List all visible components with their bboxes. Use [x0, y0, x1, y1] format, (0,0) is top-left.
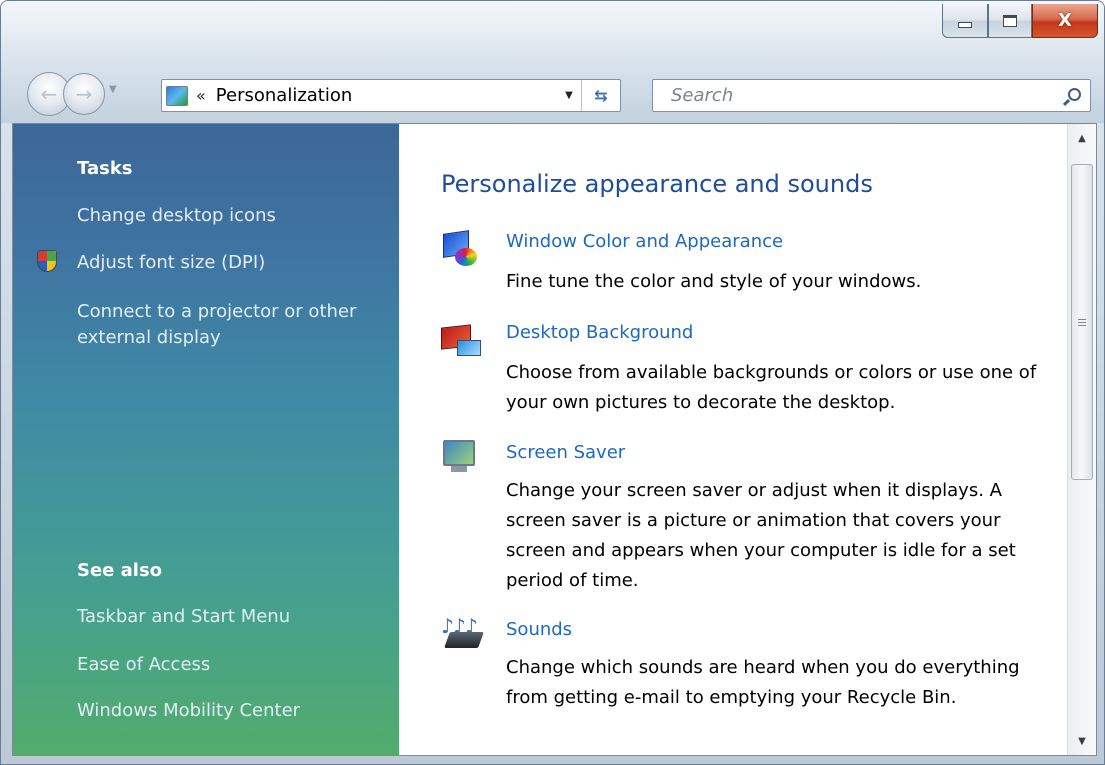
- desktop-background-description: Choose from available backgrounds or col…: [506, 362, 1037, 413]
- address-dropdown-icon[interactable]: ▼: [557, 90, 581, 101]
- main-pane: Personalize appearance and sounds Window…: [399, 124, 1067, 755]
- see-also-taskbar[interactable]: Taskbar and Start Menu: [77, 604, 393, 630]
- search-icon: [1068, 87, 1081, 101]
- uac-shield-icon: [37, 250, 57, 272]
- recent-pages-dropdown[interactable]: ▼: [109, 84, 117, 95]
- task-pane: Tasks Change desktop icons Adjust font s…: [13, 124, 399, 755]
- sounds-icon[interactable]: ♪ ♪ ♪: [441, 614, 484, 654]
- caption-buttons: X: [942, 4, 1098, 42]
- maximize-button[interactable]: [988, 4, 1032, 38]
- address-bar[interactable]: « Personalization ▼ ⇆: [161, 79, 621, 112]
- back-arrow-icon: ←: [40, 82, 58, 106]
- search-box[interactable]: Search: [652, 79, 1091, 112]
- breadcrumb-chevron[interactable]: «: [196, 86, 206, 105]
- navigation-bar: ← → ▼ « Personalization ▼ ⇆ Search: [25, 70, 1095, 116]
- scroll-down-arrow-icon[interactable]: ▼: [1068, 727, 1096, 755]
- screen-saver-icon[interactable]: [441, 438, 481, 478]
- window: X ← → ▼ « Personalization ▼ ⇆ Search Tas…: [0, 0, 1105, 765]
- maximize-icon: [1003, 14, 1017, 27]
- task-change-desktop-icons[interactable]: Change desktop icons: [77, 203, 393, 229]
- minimize-icon: [958, 21, 972, 28]
- forward-button[interactable]: →: [63, 73, 105, 115]
- forward-arrow-icon: →: [75, 82, 93, 106]
- desktop-background-link[interactable]: Desktop Background: [506, 322, 693, 343]
- desktop-background-icon[interactable]: [441, 320, 481, 360]
- vertical-scrollbar[interactable]: ▲ ▼: [1067, 124, 1096, 755]
- screen-saver-description: Change your screen saver or adjust when …: [506, 480, 1016, 591]
- scroll-thumb[interactable]: [1071, 164, 1093, 480]
- see-also-ease-of-access[interactable]: Ease of Access: [77, 652, 393, 678]
- search-input[interactable]: Search: [671, 85, 1056, 106]
- content-area: Tasks Change desktop icons Adjust font s…: [12, 123, 1097, 756]
- page-title: Personalize appearance and sounds: [441, 170, 873, 198]
- close-icon: X: [1058, 10, 1072, 31]
- task-connect-projector[interactable]: Connect to a projector or other external…: [77, 299, 393, 351]
- see-also-mobility-center[interactable]: Windows Mobility Center: [77, 698, 393, 724]
- window-color-description: Fine tune the color and style of your wi…: [506, 271, 922, 292]
- breadcrumb-personalization[interactable]: Personalization: [216, 85, 557, 106]
- grip-icon: [1078, 318, 1086, 326]
- sounds-link[interactable]: Sounds: [506, 619, 572, 640]
- scroll-up-arrow-icon[interactable]: ▲: [1068, 124, 1096, 152]
- minimize-button[interactable]: [942, 4, 988, 38]
- window-color-icon[interactable]: [441, 230, 481, 270]
- refresh-button[interactable]: ⇆: [582, 86, 620, 105]
- see-also-heading: See also: [77, 560, 163, 581]
- tasks-heading: Tasks: [77, 158, 133, 179]
- control-panel-icon: [166, 85, 188, 106]
- search-button[interactable]: [1056, 80, 1090, 111]
- task-adjust-font-size[interactable]: Adjust font size (DPI): [77, 250, 393, 276]
- window-color-link[interactable]: Window Color and Appearance: [506, 231, 783, 252]
- screen-saver-link[interactable]: Screen Saver: [506, 442, 625, 463]
- sounds-description: Change which sounds are heard when you d…: [506, 657, 1020, 708]
- close-button[interactable]: X: [1032, 4, 1098, 38]
